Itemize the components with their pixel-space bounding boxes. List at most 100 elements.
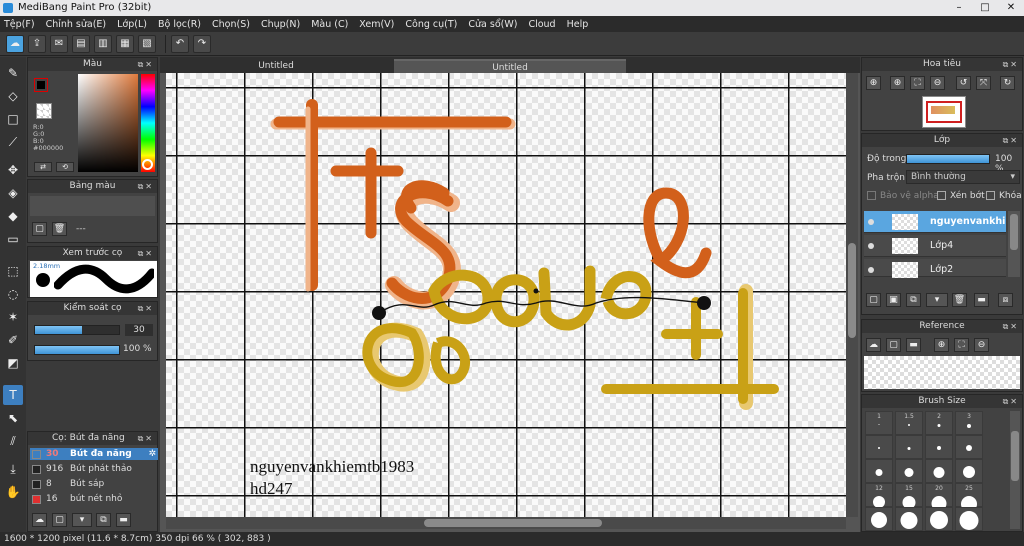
brush-size-scrollbar[interactable] <box>1010 411 1020 529</box>
comment-icon[interactable]: ✉ <box>50 34 68 53</box>
hand-tool-icon[interactable]: ✋ <box>3 482 23 502</box>
cloud-icon[interactable]: ☁ <box>6 34 24 53</box>
eye-icon[interactable] <box>868 243 874 249</box>
brush-size-cell[interactable] <box>865 507 893 531</box>
horizontal-scroll-thumb[interactable] <box>424 519 602 527</box>
reset-rotation-icon[interactable]: ⤧ <box>976 76 991 90</box>
operation-tool-icon[interactable]: ⬉ <box>3 408 23 428</box>
add-brush-icon[interactable]: ☁ <box>32 513 47 527</box>
reference-view[interactable] <box>864 356 1020 389</box>
palette-area[interactable] <box>30 196 155 216</box>
brush-tool-icon[interactable]: ✎ <box>3 63 23 83</box>
layer-menu-icon[interactable]: ▾ <box>926 293 948 307</box>
menu-file[interactable]: Tệp(F) <box>4 19 35 30</box>
fit-view-icon[interactable]: ⛶ <box>910 76 925 90</box>
merge-layer-icon[interactable]: ⧈ <box>998 293 1013 307</box>
brush-settings-icon[interactable]: ✲ <box>148 448 156 460</box>
new-layer-icon[interactable]: ▢ <box>866 293 881 307</box>
brush-size-cell[interactable] <box>865 435 893 459</box>
grid-icon[interactable]: ▦ <box>116 34 134 53</box>
menu-window[interactable]: Cửa sổ(W) <box>468 19 517 30</box>
layer-opacity-slider[interactable] <box>906 154 990 164</box>
brush-size-cell[interactable]: 12 <box>865 483 893 508</box>
layers-icon[interactable]: ▧ <box>138 34 156 53</box>
fill-tool-icon[interactable]: ◈ <box>3 183 23 203</box>
brush-size-value[interactable]: 30 <box>125 324 153 336</box>
document-icon[interactable]: ▥ <box>94 34 112 53</box>
export-icon[interactable]: ⇪ <box>28 34 46 53</box>
layer-scrollbar[interactable] <box>1008 211 1020 277</box>
brush-size-cell[interactable] <box>865 459 893 483</box>
vertical-scrollbar[interactable] <box>846 73 858 517</box>
foreground-color-swatch[interactable] <box>34 78 48 92</box>
reset-color-icon[interactable]: ⟲ <box>56 162 74 172</box>
magic-wand-icon[interactable]: ✶ <box>3 307 23 327</box>
background-color-swatch[interactable] <box>36 103 52 119</box>
new-palette-icon[interactable]: ▢ <box>32 222 47 236</box>
layer-row-nguyenvankhi[interactable]: nguyenvankhi <box>864 211 1006 233</box>
delete-layer-icon[interactable]: 🗑 <box>952 293 967 307</box>
brush-item-but-da-nang[interactable]: 30 Bút đa năng ✲ <box>30 448 158 460</box>
divide-tool-icon[interactable]: ⫽ <box>3 431 23 451</box>
blend-mode-select[interactable]: Bình thường ▾ <box>906 170 1020 184</box>
swap-color-icon[interactable]: ⇄ <box>34 162 52 172</box>
brush-size-cell[interactable] <box>925 507 953 531</box>
brush-size-cell[interactable]: 1.5 <box>895 411 923 435</box>
menu-color[interactable]: Màu (C) <box>311 19 348 30</box>
brush-size-slider[interactable] <box>34 325 120 335</box>
brush-size-cell[interactable] <box>955 435 983 459</box>
select-pen-icon[interactable]: ✐ <box>3 330 23 350</box>
maximize-button[interactable]: □ <box>972 0 998 16</box>
layer-row-lop4[interactable]: Lớp4 <box>864 235 1006 257</box>
panel-close-icon[interactable]: ⧉✕ <box>1003 58 1019 71</box>
close-window-button[interactable]: ✕ <box>998 0 1024 16</box>
brush-size-cell[interactable] <box>925 459 953 483</box>
menu-filter[interactable]: Bộ lọc(R) <box>158 19 201 30</box>
delete-palette-icon[interactable]: 🗑 <box>52 222 67 236</box>
brush-size-cell[interactable] <box>925 435 953 459</box>
move-tool-icon[interactable]: ✥ <box>3 160 23 180</box>
brush-size-cell[interactable] <box>895 435 923 459</box>
brush-size-cell[interactable] <box>895 507 923 531</box>
zoom-in-icon[interactable]: ⊕ <box>866 76 881 90</box>
tab-untitled-1[interactable]: Untitled <box>160 59 392 73</box>
panel-close-icon[interactable]: ⧉✕ <box>1003 395 1019 408</box>
reference-new-icon[interactable]: ▢ <box>886 338 901 352</box>
eraser-tool-icon[interactable]: ◇ <box>3 86 23 106</box>
brush-item-but-net-nho[interactable]: 16 bút nét nhỏ <box>30 493 158 505</box>
lasso-tool-icon[interactable]: ◌ <box>3 284 23 304</box>
zoom-in-alt-icon[interactable]: ⊕ <box>890 76 905 90</box>
layer-row-lop2[interactable]: Lớp2 <box>864 259 1006 278</box>
menu-edit[interactable]: Chỉnh sửa(E) <box>46 19 107 30</box>
menu-select[interactable]: Chọn(S) <box>212 19 250 30</box>
reference-folder-icon[interactable]: ▬ <box>906 338 921 352</box>
rotate-left-icon[interactable]: ↺ <box>956 76 971 90</box>
brush-size-cell[interactable]: 3 <box>955 411 983 435</box>
reference-zoom-in-icon[interactable]: ⊕ <box>934 338 949 352</box>
rotate-right-icon[interactable]: ↻ <box>1000 76 1015 90</box>
panel-close-icon[interactable]: ⧉✕ <box>1003 320 1019 333</box>
new-brush-icon[interactable]: ▢ <box>52 513 67 527</box>
selection-tool-icon[interactable]: ⬚ <box>3 261 23 281</box>
menu-help[interactable]: Help <box>567 19 589 30</box>
brush-copy-icon[interactable]: ⧉ <box>96 513 111 527</box>
rectangle-tool-icon[interactable]: □ <box>3 109 23 129</box>
panel-close-icon[interactable]: ⧉✕ <box>138 58 154 71</box>
brush-size-cell[interactable]: 20 <box>925 483 953 511</box>
duplicate-layer-icon[interactable]: ⧉ <box>906 293 921 307</box>
hue-slider[interactable] <box>141 74 155 172</box>
zoom-out-icon[interactable]: ⊖ <box>930 76 945 90</box>
brush-item-but-sap[interactable]: 8 Bút sáp <box>30 478 158 490</box>
reference-zoom-out-icon[interactable]: ⊖ <box>974 338 989 352</box>
eyedropper-icon[interactable]: ⤓ <box>3 459 23 479</box>
brush-opacity-slider[interactable] <box>34 345 120 355</box>
vertical-scroll-thumb[interactable] <box>848 243 856 338</box>
gradient-tool-icon[interactable]: ▭ <box>3 229 23 249</box>
brush-size-cell[interactable]: 15 <box>895 483 923 509</box>
clipping-checkbox[interactable] <box>937 191 946 200</box>
brush-size-cell[interactable]: 25 <box>955 483 983 512</box>
eye-icon[interactable] <box>868 219 874 225</box>
line-tool-icon[interactable]: ⟋ <box>3 132 23 152</box>
brush-item-but-phat-thao[interactable]: 916 Bút phát thảo <box>30 463 158 475</box>
panel-close-icon[interactable]: ⧉✕ <box>138 302 154 315</box>
